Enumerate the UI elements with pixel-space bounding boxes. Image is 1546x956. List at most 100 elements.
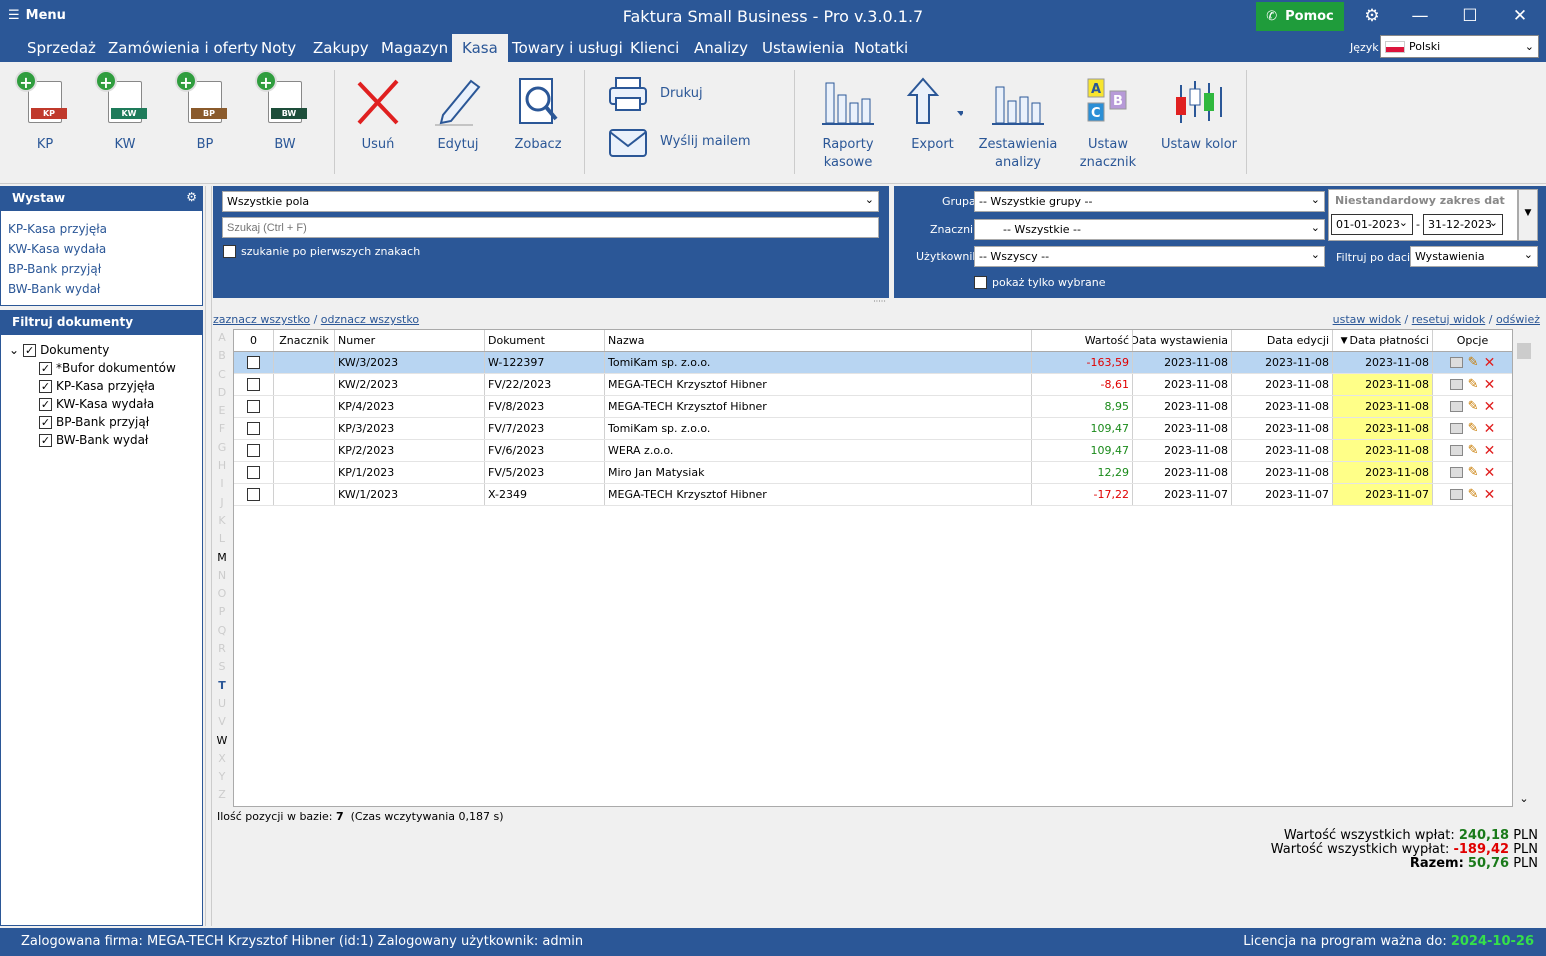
checkbox[interactable]: ✓	[39, 433, 52, 447]
group-select[interactable]: -- Wszystkie grupy -- ⌄	[974, 191, 1325, 212]
table-row[interactable]: KP/2/2023 FV/6/2023 WERA z.o.o. 109,47 2…	[234, 440, 1512, 462]
new-bw-button[interactable]: + BW BW	[255, 70, 310, 154]
set-view-link[interactable]: ustaw widok	[1333, 313, 1401, 326]
checkbox[interactable]: ✓	[23, 343, 37, 357]
letter-filter[interactable]: P	[213, 605, 231, 623]
table-row[interactable]: KP/4/2023 FV/8/2023 MEGA-TECH Krzysztof …	[234, 396, 1512, 418]
delete-icon[interactable]: ✕	[1484, 421, 1496, 437]
new-kp-button[interactable]: + KP KP	[15, 70, 70, 154]
table-row[interactable]: KP/3/2023 FV/7/2023 TomiKam sp. z.o.o. 1…	[234, 418, 1512, 440]
issue-link-kw[interactable]: KW-Kasa wydała	[1, 239, 202, 259]
letter-filter[interactable]: B	[213, 349, 231, 367]
checkbox[interactable]	[223, 245, 236, 258]
help-button[interactable]: ✆ Pomoc	[1256, 2, 1344, 31]
table-row[interactable]: KP/1/2023 FV/5/2023 Miro Jan Matysiak 12…	[234, 462, 1512, 484]
delete-icon[interactable]: ✕	[1484, 377, 1496, 393]
close-icon[interactable]: ✕	[1508, 6, 1532, 26]
preview-icon[interactable]	[1449, 379, 1463, 390]
collapse-handle[interactable]: ·····	[213, 298, 1546, 307]
letter-filter[interactable]: M	[213, 551, 231, 569]
issue-link-bp[interactable]: BP-Bank przyjął	[1, 259, 202, 279]
pencil-icon[interactable]: ✎	[1468, 465, 1479, 480]
letter-filter[interactable]: T	[213, 679, 231, 697]
preview-icon[interactable]	[1449, 467, 1463, 478]
delete-icon[interactable]: ✕	[1484, 465, 1496, 481]
table-row[interactable]: KW/2/2023 FV/22/2023 MEGA-TECH Krzysztof…	[234, 374, 1512, 396]
letter-filter[interactable]: I	[213, 477, 231, 495]
vertical-scrollbar[interactable]: ⌄	[1515, 329, 1533, 807]
pencil-icon[interactable]: ✎	[1468, 377, 1479, 392]
send-mail-button[interactable]: Wyślij mailem	[608, 124, 788, 160]
row-checkbox[interactable]	[247, 466, 260, 479]
scrollbar-thumb[interactable]	[1517, 343, 1531, 359]
checkbox[interactable]: ✓	[39, 397, 52, 411]
row-checkbox[interactable]	[247, 444, 260, 457]
col-edit-date[interactable]: Data edycji	[1232, 330, 1333, 351]
preview-icon[interactable]	[1449, 423, 1463, 434]
pencil-icon[interactable]: ✎	[1468, 443, 1479, 458]
tree-item-bp[interactable]: ✓ BP-Bank przyjął	[9, 413, 194, 431]
checkbox[interactable]: ✓	[39, 379, 52, 393]
letter-filter[interactable]: V	[213, 715, 231, 733]
tree-item-kp[interactable]: ✓ KP-Kasa przyjęła	[9, 377, 194, 395]
menu-item-notatki[interactable]: Notatki	[854, 39, 908, 57]
minimize-icon[interactable]: —	[1408, 6, 1432, 26]
row-checkbox[interactable]	[247, 378, 260, 391]
preview-icon[interactable]	[1449, 489, 1463, 500]
letter-filter[interactable]: K	[213, 514, 231, 532]
letter-filter[interactable]: E	[213, 404, 231, 422]
col-issue-date[interactable]: Data wystawienia	[1133, 330, 1232, 351]
menu-item-zamowienia[interactable]: Zamówienia i oferty	[108, 39, 258, 57]
col-options[interactable]: Opcje	[1433, 330, 1512, 351]
menu-item-klienci[interactable]: Klienci	[630, 39, 679, 57]
unselect-all-link[interactable]: odznacz wszystko	[321, 313, 419, 326]
checkbox[interactable]: ✓	[39, 361, 52, 375]
chevron-down-icon[interactable]: ⌄	[1515, 792, 1533, 805]
pencil-icon[interactable]: ✎	[1468, 355, 1479, 370]
select-all-link[interactable]: zaznacz wszystko	[213, 313, 310, 326]
letter-filter[interactable]: O	[213, 587, 231, 605]
menu-item-towary[interactable]: Towary i usługi	[512, 39, 623, 57]
letter-filter[interactable]: N	[213, 569, 231, 587]
issue-link-bw[interactable]: BW-Bank wydał	[1, 279, 202, 299]
row-checkbox[interactable]	[247, 422, 260, 435]
print-button[interactable]: Drukuj	[608, 76, 728, 112]
letter-filter[interactable]: G	[213, 441, 231, 459]
only-selected-option[interactable]: pokaż tylko wybrane	[974, 276, 1105, 289]
set-marker-button[interactable]: ABC Ustaw znacznik	[1072, 72, 1144, 172]
date-from-input[interactable]: 01-01-2023 ⌄	[1331, 214, 1413, 235]
preview-icon[interactable]	[1449, 357, 1463, 368]
user-select[interactable]: -- Wszyscy -- ⌄	[974, 246, 1325, 267]
maximize-icon[interactable]: ☐	[1458, 6, 1482, 26]
pencil-icon[interactable]: ✎	[1468, 421, 1479, 436]
menu-item-ustawienia[interactable]: Ustawienia	[762, 39, 844, 57]
statistics-button[interactable]: Zestawienia analizy	[978, 72, 1058, 172]
new-kw-button[interactable]: + KW KW	[95, 70, 150, 154]
letter-filter[interactable]: F	[213, 422, 231, 440]
col-value[interactable]: Wartość	[1032, 330, 1133, 351]
tree-item-kw[interactable]: ✓ KW-Kasa wydała	[9, 395, 194, 413]
checkbox[interactable]	[974, 276, 987, 289]
letter-filter[interactable]: S	[213, 660, 231, 678]
gear-icon[interactable]: ⚙	[1360, 6, 1384, 26]
first-chars-option[interactable]: szukanie po pierwszych znakach	[223, 245, 420, 258]
col-number[interactable]: Numer	[335, 330, 485, 351]
col-name[interactable]: Nazwa	[605, 330, 1032, 351]
issue-link-kp[interactable]: KP-Kasa przyjęła	[1, 219, 202, 239]
letter-filter[interactable]: C	[213, 368, 231, 386]
edit-button[interactable]: Edytuj	[430, 72, 486, 154]
chevron-down-icon[interactable]: ⌄	[9, 343, 19, 357]
menu-item-analizy[interactable]: Analizy	[694, 39, 748, 57]
panel-splitter[interactable]	[205, 186, 212, 926]
refresh-link[interactable]: odśwież	[1496, 313, 1540, 326]
col-document[interactable]: Dokument	[485, 330, 605, 351]
delete-icon[interactable]: ✕	[1484, 399, 1496, 415]
reset-view-link[interactable]: resetuj widok	[1412, 313, 1486, 326]
delete-icon[interactable]: ✕	[1484, 487, 1496, 503]
col-marker[interactable]: Znacznik	[274, 330, 335, 351]
menu-item-magazyn[interactable]: Magazyn	[381, 39, 448, 57]
letter-filter[interactable]: H	[213, 459, 231, 477]
view-button[interactable]: Zobacz	[510, 72, 566, 154]
table-row[interactable]: KW/3/2023 W-122397 TomiKam sp. z.o.o. -1…	[234, 352, 1512, 374]
checkbox[interactable]: ✓	[39, 415, 52, 429]
